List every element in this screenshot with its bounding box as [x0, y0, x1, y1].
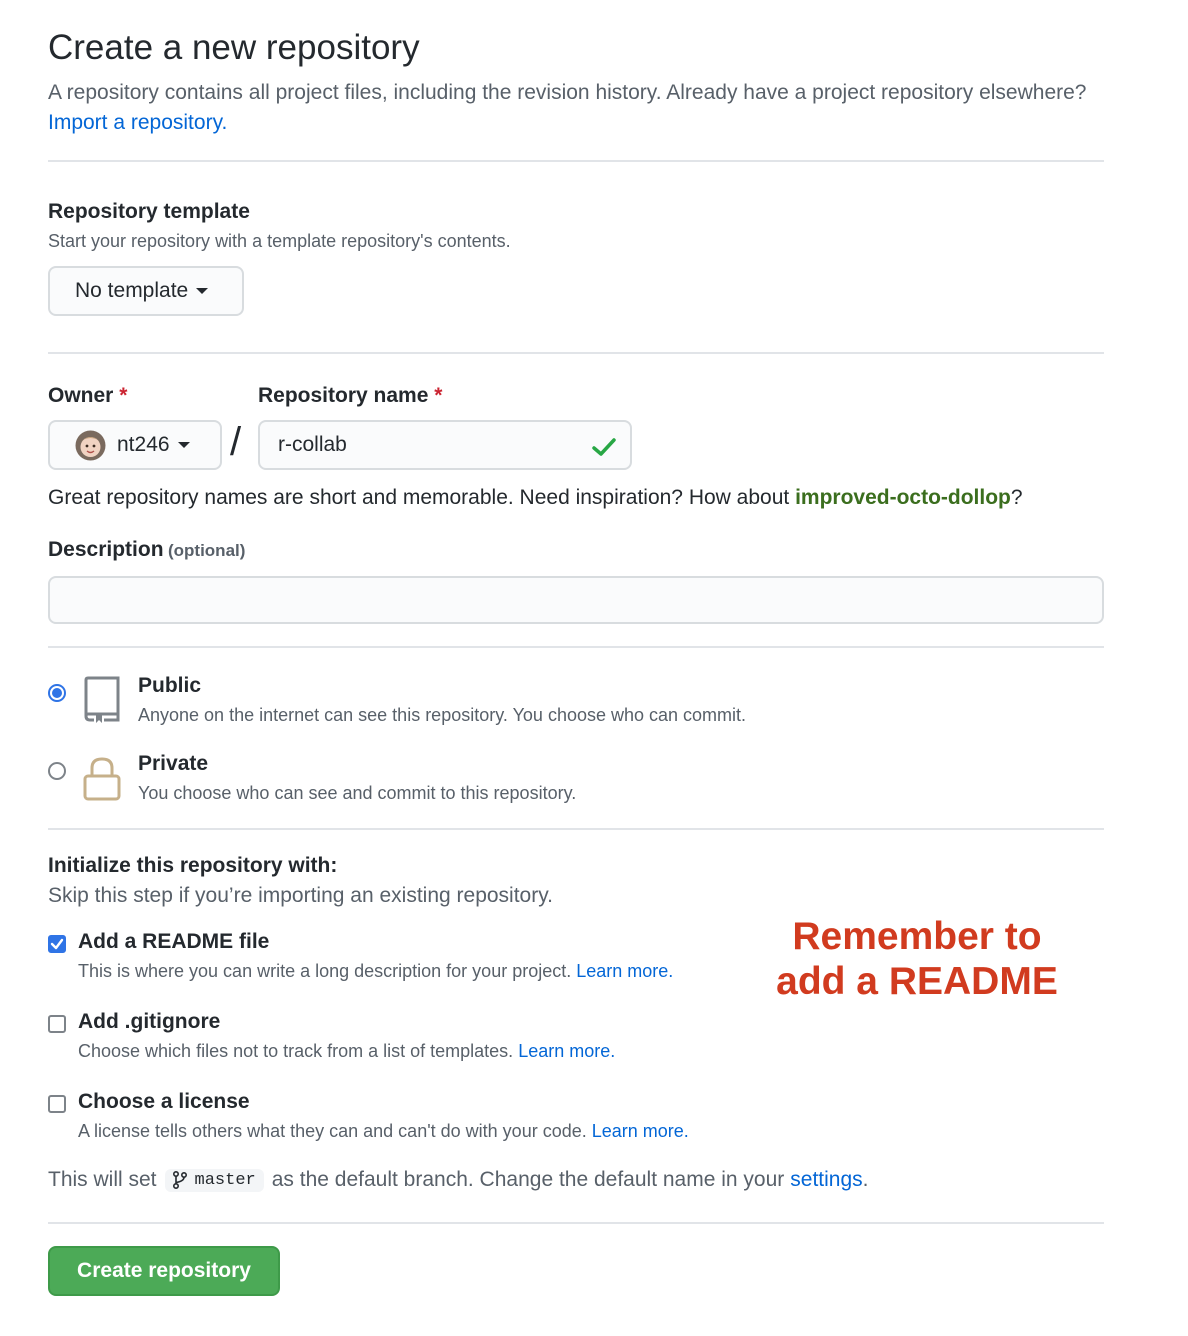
optional-tag: (optional): [167, 541, 246, 560]
license-learn-more-link[interactable]: Learn more.: [592, 1121, 689, 1141]
license-note: A license tells others what they can and…: [78, 1121, 689, 1141]
divider: [48, 828, 1104, 830]
name-hint-suffix: ?: [1010, 486, 1023, 509]
check-icon: [592, 438, 616, 456]
chevron-down-icon: [177, 442, 190, 448]
divider: [48, 646, 1104, 648]
readme-learn-more-link[interactable]: Learn more.: [576, 961, 673, 981]
public-note: Anyone on the internet can see this repo…: [138, 705, 747, 725]
gitignore-learn-more-link[interactable]: Learn more.: [518, 1041, 615, 1061]
template-select-label: No template: [75, 279, 189, 302]
avatar: [75, 430, 106, 460]
readme-reminder-annotation: Remember to add a README: [776, 915, 1058, 1003]
template-label: Repository template: [48, 200, 250, 223]
create-repository-button[interactable]: Create repository: [48, 1246, 280, 1296]
branch-suffix: .: [862, 1168, 869, 1191]
private-note: You choose who can see and commit to thi…: [138, 783, 577, 803]
chevron-down-icon: [196, 288, 209, 294]
settings-link[interactable]: settings: [790, 1168, 862, 1192]
init-heading: Initialize this repository with:: [48, 854, 338, 877]
branch-name-badge: master: [164, 1168, 264, 1192]
name-hint-text: Great repository names are short and mem…: [48, 486, 790, 509]
branch-prefix: This will set: [48, 1168, 157, 1191]
private-label: Private: [138, 752, 209, 775]
git-branch-icon: [172, 1171, 187, 1189]
gitignore-label: Add .gitignore: [78, 1010, 221, 1033]
readme-checkbox[interactable]: [48, 935, 66, 953]
readme-note: This is where you can write a long descr…: [78, 961, 674, 981]
public-radio[interactable]: [48, 684, 66, 702]
check-icon: [50, 938, 64, 950]
gitignore-checkbox[interactable]: [48, 1015, 66, 1033]
lead-text: A repository contains all project files,…: [48, 81, 1087, 104]
init-note: Skip this step if you’re importing an ex…: [48, 884, 554, 907]
template-select-button[interactable]: No template: [48, 266, 244, 316]
import-repository-link[interactable]: Import a repository.: [48, 111, 227, 134]
readme-label: Add a README file: [78, 930, 270, 953]
description-label: Description (optional): [48, 538, 246, 561]
required-mark: *: [119, 384, 128, 407]
divider: [48, 352, 1104, 354]
divider: [48, 1222, 1104, 1224]
repo-icon: [84, 676, 120, 723]
name-hint: Great repository names are short and mem…: [48, 486, 1023, 510]
required-mark: *: [434, 384, 443, 407]
branch-middle: as the default branch. Change the defaul…: [271, 1168, 785, 1191]
default-branch-note: This will set master as the default bran…: [48, 1168, 868, 1192]
public-label: Public: [138, 674, 202, 697]
owner-label: Owner *: [48, 384, 128, 407]
page-title: Create a new repository: [48, 28, 420, 67]
template-note: Start your repository with a template re…: [48, 231, 511, 251]
page-lead: A repository contains all project files,…: [48, 78, 1108, 138]
lock-icon: [83, 757, 121, 801]
repo-name-label: Repository name *: [258, 384, 443, 407]
name-suggestion-link[interactable]: improved-octo-dollop: [795, 486, 1011, 509]
owner-name: nt246: [117, 433, 170, 456]
divider: [48, 160, 1104, 162]
repo-name-value: r-collab: [278, 433, 347, 456]
owner-repo-separator: /: [230, 420, 242, 464]
gitignore-note: Choose which files not to track from a l…: [78, 1041, 616, 1061]
description-input[interactable]: [48, 576, 1104, 624]
owner-select-button[interactable]: nt246: [48, 420, 222, 470]
license-checkbox[interactable]: [48, 1095, 66, 1113]
private-radio[interactable]: [48, 762, 66, 780]
license-label: Choose a license: [78, 1090, 250, 1113]
repo-name-input[interactable]: r-collab: [258, 420, 632, 470]
